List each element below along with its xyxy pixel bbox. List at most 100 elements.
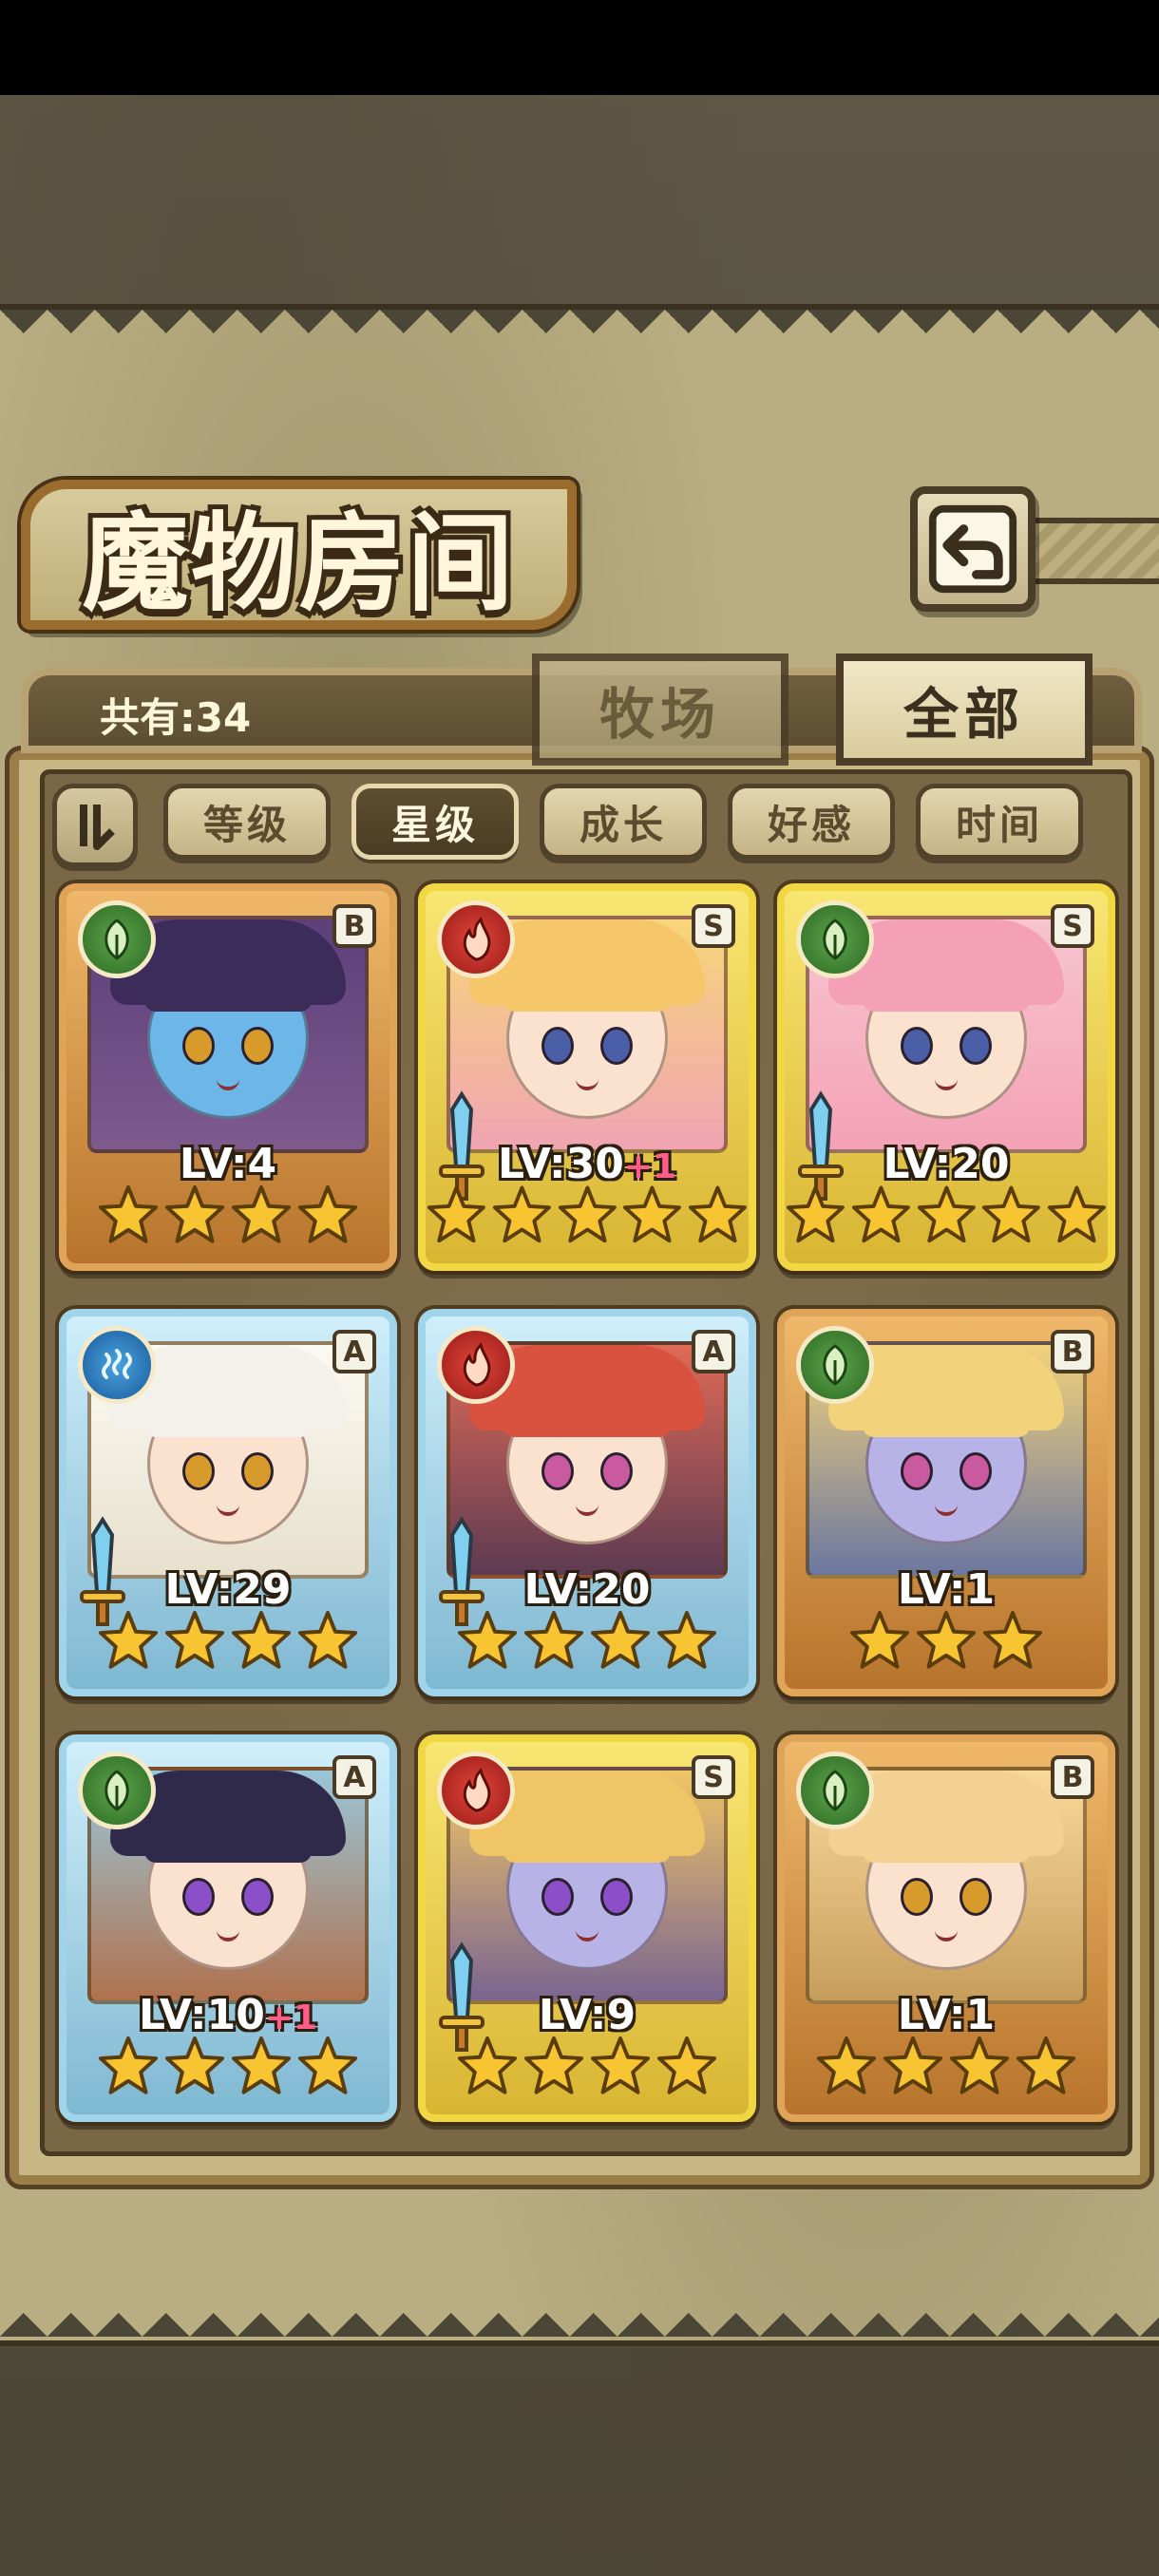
character-face bbox=[144, 1806, 312, 1970]
level-label: LV:9 bbox=[426, 1991, 749, 2039]
monster-card[interactable]: S LV:20 bbox=[777, 883, 1115, 1271]
star-icon bbox=[982, 1610, 1043, 1669]
tab-ranch-label: 牧场 bbox=[598, 682, 721, 747]
star-icon bbox=[297, 2036, 358, 2094]
right-eye bbox=[600, 1027, 633, 1065]
level-label: LV:20 bbox=[426, 1565, 749, 1614]
star-icon bbox=[457, 2036, 518, 2094]
star-icon bbox=[982, 1185, 1041, 1243]
bangs bbox=[504, 1380, 671, 1437]
level-value: LV:10 bbox=[138, 1991, 265, 2039]
rank-badge: A bbox=[332, 1755, 376, 1799]
left-eye bbox=[182, 1878, 215, 1916]
nature-icon bbox=[796, 1326, 874, 1404]
tab-all-label: 全部 bbox=[902, 682, 1025, 747]
star-icon bbox=[689, 1185, 748, 1243]
sort-star-button[interactable]: 星级 bbox=[352, 784, 519, 860]
sort-affection-button[interactable]: 好感 bbox=[728, 784, 895, 860]
star-icon bbox=[297, 1610, 358, 1669]
rank-badge: A bbox=[692, 1330, 735, 1373]
star-rating bbox=[426, 1609, 749, 1676]
level-value: LV:20 bbox=[523, 1565, 651, 1614]
bangs bbox=[863, 1380, 1030, 1437]
star-icon bbox=[949, 2036, 1010, 2094]
level-label: LV:29 bbox=[66, 1565, 390, 1614]
status-bar-area bbox=[0, 0, 1159, 95]
monster-card[interactable]: S LV:30+1 bbox=[418, 883, 756, 1271]
star-icon bbox=[590, 2036, 651, 2094]
sort-order-icon bbox=[80, 805, 115, 850]
level-value: LV:9 bbox=[538, 1991, 636, 2039]
sort-growth-button[interactable]: 成长 bbox=[540, 784, 707, 860]
bangs bbox=[144, 955, 312, 1012]
right-eye bbox=[600, 1878, 633, 1916]
left-eye bbox=[182, 1452, 215, 1490]
left-eye bbox=[542, 1878, 574, 1916]
back-button[interactable] bbox=[910, 486, 1036, 612]
left-eye bbox=[901, 1452, 933, 1490]
right-eye bbox=[960, 1878, 992, 1916]
star-rating bbox=[785, 1609, 1108, 1676]
sort-time-label: 时间 bbox=[955, 801, 1043, 848]
star-icon bbox=[98, 1184, 159, 1243]
rank-badge: B bbox=[1051, 1330, 1094, 1373]
nature-icon bbox=[78, 1752, 156, 1829]
star-icon bbox=[883, 2036, 943, 2094]
monster-card[interactable]: B LV:1 bbox=[777, 1309, 1115, 1696]
fire-icon bbox=[437, 900, 515, 978]
star-icon bbox=[656, 2036, 717, 2094]
star-icon bbox=[98, 1610, 159, 1669]
left-eye bbox=[542, 1027, 574, 1065]
sort-level-button[interactable]: 等级 bbox=[163, 784, 331, 860]
right-eye bbox=[241, 1027, 274, 1065]
star-icon bbox=[231, 1184, 292, 1243]
character-face bbox=[504, 955, 671, 1119]
mouth bbox=[217, 1505, 239, 1516]
monster-card[interactable]: A LV:29 bbox=[59, 1309, 397, 1696]
level-value: LV:1 bbox=[897, 1991, 996, 2039]
tab-all[interactable]: 全部 bbox=[836, 653, 1092, 766]
page-title: 魔物房间 bbox=[82, 502, 516, 626]
sort-affection-label: 好感 bbox=[767, 801, 855, 848]
rank-badge: B bbox=[1051, 1755, 1094, 1799]
left-eye bbox=[901, 1027, 933, 1065]
level-value: LV:4 bbox=[179, 1140, 277, 1188]
star-icon bbox=[297, 1184, 358, 1243]
star-icon bbox=[98, 2036, 159, 2094]
rank-badge: S bbox=[692, 904, 735, 948]
character-face bbox=[504, 1380, 671, 1544]
star-icon bbox=[427, 1185, 485, 1243]
star-icon bbox=[558, 1185, 617, 1243]
star-icon bbox=[916, 1610, 977, 1669]
character-face bbox=[863, 1806, 1030, 1970]
monster-card[interactable]: A LV:10+1 bbox=[59, 1734, 397, 2122]
star-icon bbox=[164, 1184, 225, 1243]
star-icon bbox=[457, 1610, 518, 1669]
bangs bbox=[863, 1806, 1030, 1863]
right-eye bbox=[960, 1027, 992, 1065]
banner-top-edge bbox=[0, 310, 1159, 357]
bangs bbox=[144, 1806, 312, 1863]
bangs bbox=[144, 1380, 312, 1437]
monster-card[interactable]: A LV:20 bbox=[418, 1309, 756, 1696]
right-eye bbox=[241, 1878, 274, 1916]
rank-badge: S bbox=[1051, 904, 1094, 948]
rank-badge: S bbox=[692, 1755, 735, 1799]
nature-icon bbox=[78, 900, 156, 978]
star-icon bbox=[523, 2036, 584, 2094]
star-icon bbox=[523, 1610, 584, 1669]
fire-icon bbox=[437, 1752, 515, 1829]
fire-icon bbox=[437, 1326, 515, 1404]
monster-card[interactable]: S LV:9 bbox=[418, 1734, 756, 2122]
monster-card[interactable]: B LV:1 bbox=[777, 1734, 1115, 2122]
mouth bbox=[935, 1505, 958, 1516]
sort-order-button[interactable] bbox=[52, 784, 138, 867]
monster-card[interactable]: B LV:4 bbox=[59, 883, 397, 1271]
water-icon bbox=[78, 1326, 156, 1404]
star-icon bbox=[786, 1185, 845, 1243]
left-eye bbox=[542, 1452, 574, 1490]
title-plate: 魔物房间 bbox=[21, 480, 577, 630]
rank-badge: B bbox=[332, 904, 376, 948]
sort-time-button[interactable]: 时间 bbox=[916, 784, 1083, 860]
tab-ranch[interactable]: 牧场 bbox=[532, 653, 788, 766]
